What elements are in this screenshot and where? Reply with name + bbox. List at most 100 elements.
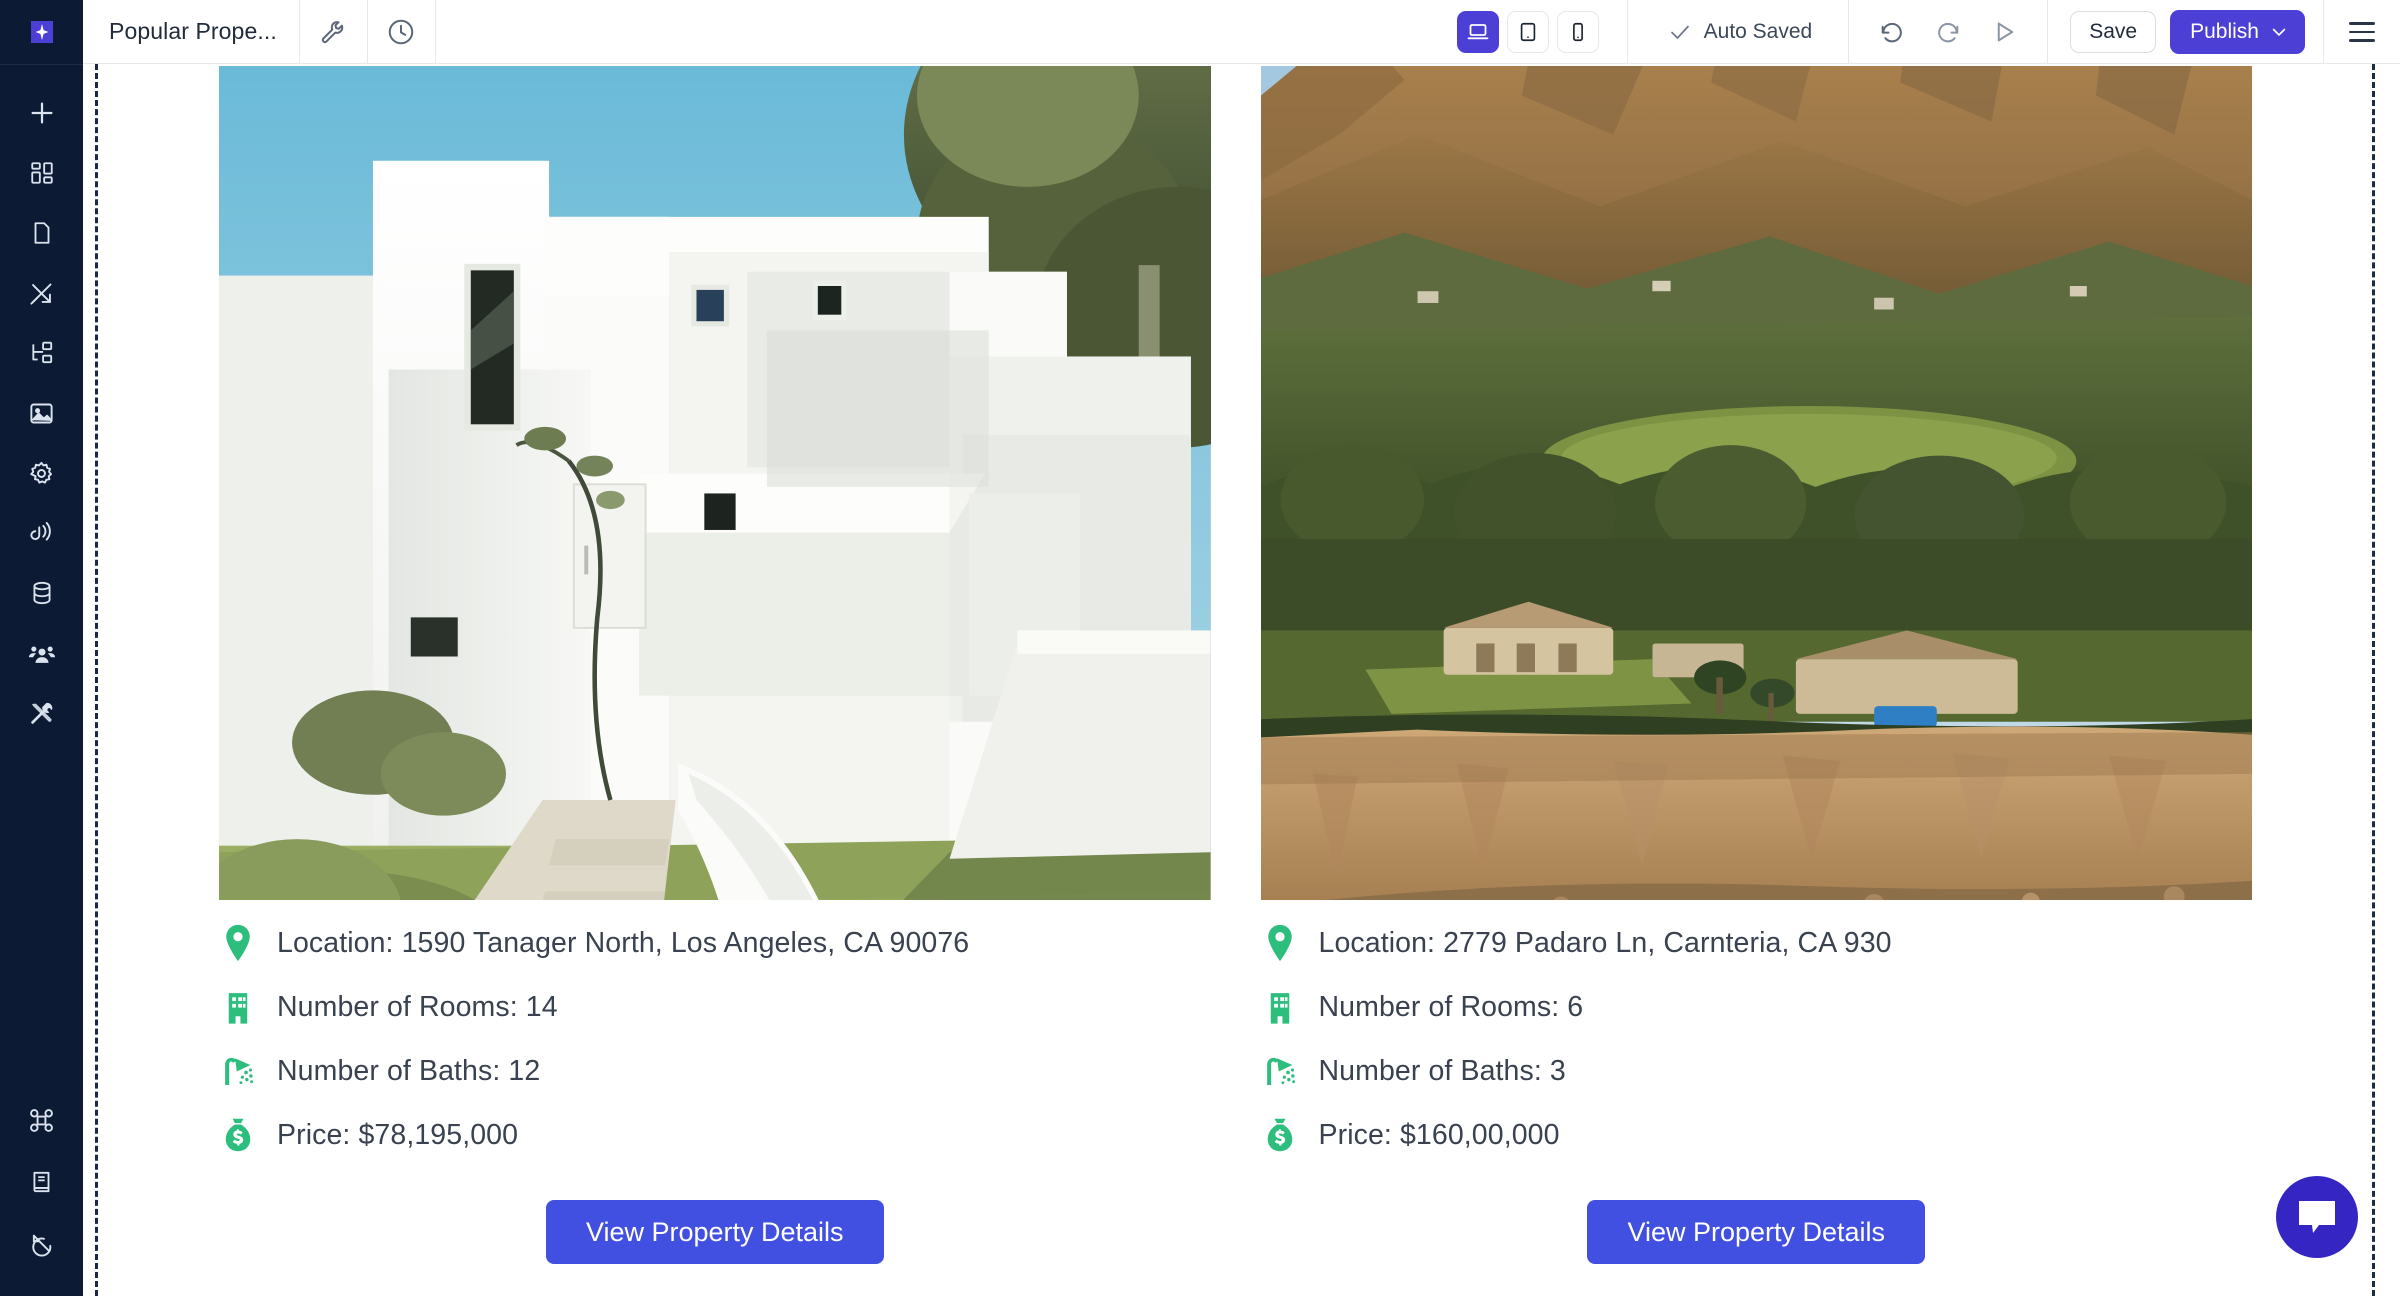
feature-baths: Number of Baths: 3 bbox=[1261, 1050, 2253, 1092]
view-property-details-button[interactable]: View Property Details bbox=[545, 1200, 884, 1264]
feature-location: Location: 2779 Padaro Ln, Carnteria, CA … bbox=[1261, 922, 2253, 964]
cta-container: View Property Details bbox=[1261, 1200, 2253, 1264]
app-logo[interactable] bbox=[0, 0, 83, 64]
wrench-icon bbox=[322, 20, 344, 43]
sidebar-item-docs[interactable] bbox=[0, 1160, 83, 1204]
sidebar-item-updates[interactable] bbox=[0, 1222, 83, 1266]
autosave-label: Auto Saved bbox=[1703, 20, 1813, 43]
publish-label: Publish bbox=[2190, 20, 2259, 43]
left-sidebar bbox=[0, 64, 83, 1296]
feature-text: Number of Rooms: 14 bbox=[277, 990, 558, 1023]
image-icon bbox=[30, 403, 53, 423]
sidebar-item-shortcuts[interactable] bbox=[0, 1098, 83, 1142]
location-pin-icon bbox=[219, 922, 257, 964]
property-grid: Location: 1590 Tanager North, Los Angele… bbox=[99, 64, 2372, 1296]
building-icon bbox=[219, 986, 257, 1028]
feature-baths: Number of Baths: 12 bbox=[219, 1050, 1211, 1092]
feature-rooms: Number of Rooms: 14 bbox=[219, 986, 1211, 1028]
logo-mark bbox=[19, 9, 65, 55]
feature-price: Price: $160,00,000 bbox=[1261, 1114, 2253, 1156]
redo-button[interactable] bbox=[1931, 15, 1965, 49]
page-icon bbox=[34, 222, 49, 244]
pen-brush-icon bbox=[30, 283, 52, 305]
feature-rooms: Number of Rooms: 6 bbox=[1261, 986, 2253, 1028]
history-arrow-icon bbox=[32, 1234, 52, 1257]
clock-icon bbox=[389, 19, 414, 44]
broadcast-icon bbox=[30, 521, 51, 541]
feature-text: Price: $78,195,000 bbox=[277, 1118, 519, 1151]
villa-illustration bbox=[219, 66, 1211, 900]
redo-icon bbox=[1938, 22, 1959, 43]
feature-text: Location: 1590 Tanager North, Los Angele… bbox=[277, 926, 970, 959]
sidebar-item-components[interactable] bbox=[0, 151, 83, 195]
sidebar-item-settings[interactable] bbox=[0, 451, 83, 495]
sidebar-item-layers[interactable] bbox=[0, 331, 83, 375]
chat-widget-button[interactable] bbox=[2276, 1176, 2358, 1258]
property-photo-villa bbox=[219, 66, 1211, 900]
play-icon bbox=[1997, 22, 2014, 42]
location-pin-icon bbox=[1261, 922, 1299, 964]
money-bag-icon bbox=[219, 1114, 257, 1156]
property-card[interactable]: Location: 1590 Tanager North, Los Angele… bbox=[219, 64, 1211, 1296]
hamburger-icon bbox=[2349, 22, 2375, 42]
tools-button[interactable] bbox=[300, 0, 368, 63]
property-card[interactable]: Location: 2779 Padaro Ln, Carnteria, CA … bbox=[1260, 64, 2253, 1296]
mobile-icon bbox=[1572, 22, 1583, 41]
money-bag-icon bbox=[1261, 1114, 1299, 1156]
sidebar-item-add[interactable] bbox=[0, 91, 83, 135]
chat-bubble-icon bbox=[2299, 1201, 2335, 1233]
check-icon bbox=[1670, 25, 1689, 39]
sidebar-item-database[interactable] bbox=[0, 571, 83, 615]
feature-location: Location: 1590 Tanager North, Los Angele… bbox=[219, 922, 1211, 964]
building-icon bbox=[1261, 986, 1299, 1028]
tools-icon bbox=[31, 702, 53, 724]
document-actions: Save Publish bbox=[2048, 0, 2324, 64]
project-title-text: Popular Prope... bbox=[109, 18, 277, 44]
shower-icon bbox=[219, 1050, 257, 1092]
sidebar-item-design[interactable] bbox=[0, 271, 83, 315]
view-property-details-button[interactable]: View Property Details bbox=[1587, 1200, 1926, 1264]
coastal-estate-illustration bbox=[1260, 66, 2252, 900]
feature-text: Number of Baths: 12 bbox=[277, 1054, 541, 1087]
device-tablet-button[interactable] bbox=[1506, 10, 1549, 53]
history-button[interactable] bbox=[368, 0, 436, 63]
device-mobile-button[interactable] bbox=[1556, 10, 1599, 53]
publish-button[interactable]: Publish bbox=[2170, 10, 2305, 54]
history-actions bbox=[1849, 0, 2049, 64]
blocks-icon bbox=[30, 162, 53, 184]
plus-icon bbox=[31, 102, 52, 124]
autosave-status: Auto Saved bbox=[1628, 0, 1850, 64]
property-photo-coastal bbox=[1260, 66, 2252, 900]
top-toolbar: Popular Prope... Auto Saved Save Publish bbox=[0, 0, 2400, 64]
sidebar-item-team[interactable] bbox=[0, 631, 83, 675]
canvas-right-guide bbox=[2372, 64, 2375, 1296]
laptop-icon bbox=[1467, 23, 1489, 39]
sidebar-item-tools[interactable] bbox=[0, 691, 83, 735]
command-icon bbox=[30, 1108, 53, 1132]
tablet-icon bbox=[1520, 22, 1535, 41]
device-desktop-button[interactable] bbox=[1456, 10, 1499, 53]
cta-container: View Property Details bbox=[219, 1200, 1211, 1264]
shower-icon bbox=[1261, 1050, 1299, 1092]
sidebar-item-pages[interactable] bbox=[0, 211, 83, 255]
editor-canvas[interactable]: Location: 1590 Tanager North, Los Angele… bbox=[83, 64, 2400, 1296]
feature-text: Number of Rooms: 6 bbox=[1318, 990, 1584, 1023]
sidebar-item-media[interactable] bbox=[0, 391, 83, 435]
device-preview-group bbox=[1429, 0, 1628, 63]
main-menu-button[interactable] bbox=[2324, 0, 2400, 64]
project-title[interactable]: Popular Prope... bbox=[83, 0, 300, 63]
gear-icon bbox=[30, 461, 53, 484]
canvas-left-guide bbox=[95, 64, 98, 1296]
book-icon bbox=[32, 1171, 49, 1193]
users-icon bbox=[28, 646, 55, 663]
chevron-down-icon bbox=[2272, 28, 2286, 36]
preview-button[interactable] bbox=[1987, 15, 2021, 49]
undo-button[interactable] bbox=[1875, 15, 1909, 49]
save-button[interactable]: Save bbox=[2070, 11, 2157, 53]
undo-icon bbox=[1881, 22, 1903, 43]
database-icon bbox=[32, 581, 51, 605]
feature-text: Location: 2779 Padaro Ln, Carnteria, CA … bbox=[1318, 926, 1892, 959]
tree-structure-icon bbox=[31, 341, 52, 364]
sidebar-item-integrations[interactable] bbox=[0, 511, 83, 555]
